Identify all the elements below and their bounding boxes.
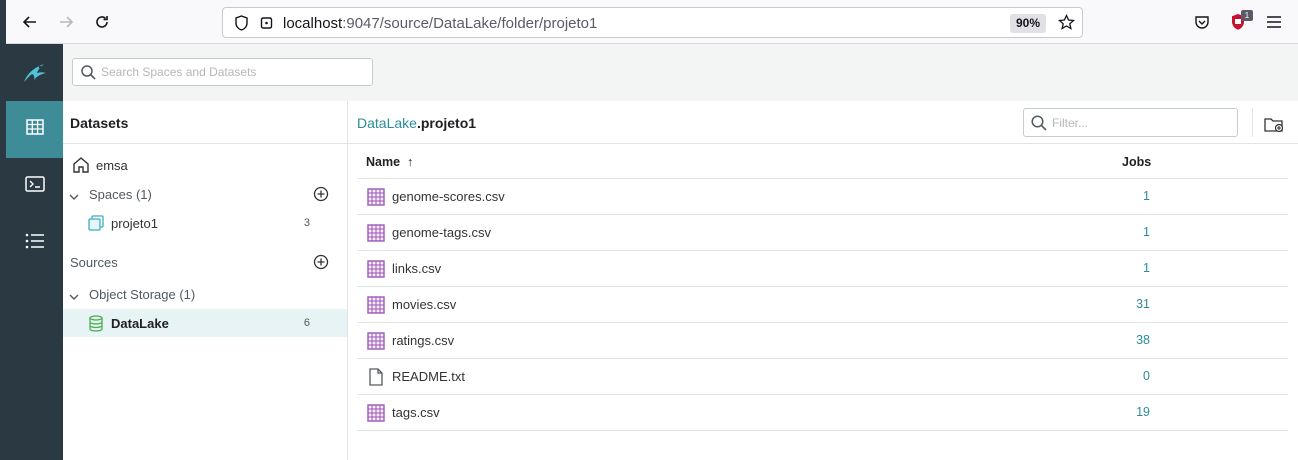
row-name[interactable]: ratings.csv: [392, 333, 454, 348]
row-name[interactable]: genome-scores.csv: [392, 189, 505, 204]
lock-icon[interactable]: [260, 16, 273, 35]
table-row[interactable]: movies.csv 31: [357, 287, 1288, 323]
column-header-jobs[interactable]: Jobs: [1122, 155, 1151, 169]
home-icon: [72, 156, 90, 177]
sidebar-item-projeto1[interactable]: projeto1 3: [63, 209, 347, 237]
sidebar-item-label: projeto1: [111, 216, 158, 231]
database-icon: [88, 315, 104, 335]
home-label: emsa: [96, 158, 128, 173]
address-bar[interactable]: localhost:9047/source/DataLake/folder/pr…: [222, 7, 1083, 38]
table-row[interactable]: genome-tags.csv 1: [357, 215, 1288, 251]
spaces-label: Spaces (1): [89, 187, 152, 202]
table-row[interactable]: genome-scores.csv 1: [357, 179, 1288, 215]
sort-ascending-icon: ↑: [407, 155, 414, 169]
app-window: localhost:9047/source/DataLake/folder/pr…: [0, 0, 1298, 460]
nav-jobs[interactable]: [6, 215, 63, 272]
row-name[interactable]: links.csv: [392, 261, 441, 276]
file-icon: [367, 368, 385, 386]
zoom-level[interactable]: 90%: [1010, 14, 1046, 33]
chevron-down-icon[interactable]: [69, 189, 79, 204]
sources-section: Sources: [63, 248, 347, 276]
chevron-down-icon[interactable]: [69, 289, 79, 304]
sources-label: Sources: [70, 255, 118, 270]
sidebar-item-datalake[interactable]: DataLake 6: [63, 309, 347, 337]
row-jobs-count[interactable]: 19: [1136, 405, 1150, 419]
dremio-logo[interactable]: [6, 44, 63, 101]
table-row[interactable]: links.csv 1: [357, 251, 1288, 287]
object-storage-section[interactable]: Object Storage (1): [63, 280, 347, 308]
hamburger-menu-icon[interactable]: [1262, 10, 1286, 34]
dataset-icon: [367, 188, 385, 206]
datasets-panel: Datasets emsa Spaces (1) projeto1 3 Sour…: [63, 101, 348, 460]
divider: [63, 143, 347, 144]
nav-datasets[interactable]: [6, 101, 63, 158]
item-count: 6: [303, 317, 310, 329]
row-jobs-count[interactable]: 31: [1136, 297, 1150, 311]
row-jobs-count[interactable]: 1: [1143, 261, 1150, 275]
spaces-section[interactable]: Spaces (1): [63, 180, 347, 208]
row-jobs-count[interactable]: 1: [1143, 225, 1150, 239]
header-bar: [63, 44, 1298, 101]
dataset-icon: [367, 260, 385, 278]
table-body: genome-scores.csv 1 genome-tags.csv 1 links.…: [357, 179, 1288, 431]
row-jobs-count[interactable]: 38: [1136, 333, 1150, 347]
panel-title: Datasets: [70, 115, 129, 131]
search-icon: [1031, 115, 1047, 136]
back-arrow-icon[interactable]: [18, 10, 42, 34]
folder-contents: DataLake.projeto1 Name ↑ Jobs genome-sco…: [348, 101, 1298, 460]
row-jobs-count[interactable]: 1: [1143, 189, 1150, 203]
row-name[interactable]: genome-tags.csv: [392, 225, 491, 240]
app-sidebar: [6, 44, 63, 460]
dataset-icon: [367, 332, 385, 350]
row-name[interactable]: README.txt: [392, 369, 465, 384]
column-header-name[interactable]: Name ↑: [366, 155, 413, 169]
search-input[interactable]: [101, 63, 366, 81]
space-icon: [88, 215, 104, 234]
dataset-icon: [367, 296, 385, 314]
item-count: 3: [303, 217, 310, 229]
home-space-item[interactable]: emsa: [63, 151, 347, 179]
reload-icon[interactable]: [90, 10, 114, 34]
contents-table: Name ↑ Jobs genome-scores.csv 1 genome-tag…: [357, 144, 1288, 431]
table-header: Name ↑ Jobs: [357, 144, 1288, 179]
sidebar-item-label: DataLake: [111, 316, 169, 331]
global-search[interactable]: [72, 58, 373, 86]
url-text: localhost:9047/source/DataLake/folder/pr…: [283, 15, 598, 32]
breadcrumb: DataLake.projeto1: [357, 115, 476, 131]
dataset-icon: [367, 404, 385, 422]
filter-box[interactable]: [1023, 108, 1238, 137]
shield-icon[interactable]: [234, 15, 249, 36]
table-row[interactable]: tags.csv 19: [357, 395, 1288, 431]
breadcrumb-current: projeto1: [420, 115, 477, 131]
add-folder-icon[interactable]: [1263, 113, 1285, 135]
object-storage-label: Object Storage (1): [89, 287, 196, 302]
datasets-grid-icon: [25, 119, 44, 140]
divider: [1252, 108, 1253, 137]
nav-sql-runner[interactable]: [6, 158, 63, 215]
breadcrumb-link[interactable]: DataLake: [357, 115, 417, 131]
row-jobs-count[interactable]: 0: [1143, 369, 1150, 383]
search-icon: [81, 65, 96, 85]
add-source-icon[interactable]: [313, 254, 329, 273]
forward-arrow-icon[interactable]: [54, 10, 78, 34]
extension-badge: 1: [1241, 10, 1253, 21]
star-icon[interactable]: [1057, 13, 1076, 36]
filter-input[interactable]: [1052, 114, 1232, 132]
sql-terminal-icon: [24, 176, 45, 197]
row-name[interactable]: tags.csv: [392, 405, 440, 420]
pocket-icon[interactable]: [1190, 10, 1214, 34]
table-row[interactable]: ratings.csv 38: [357, 323, 1288, 359]
browser-toolbar: localhost:9047/source/DataLake/folder/pr…: [6, 0, 1298, 44]
table-row[interactable]: README.txt 0: [357, 359, 1288, 395]
row-name[interactable]: movies.csv: [392, 297, 456, 312]
dataset-icon: [367, 224, 385, 242]
add-space-icon[interactable]: [313, 186, 329, 205]
jobs-list-icon: [25, 233, 45, 254]
